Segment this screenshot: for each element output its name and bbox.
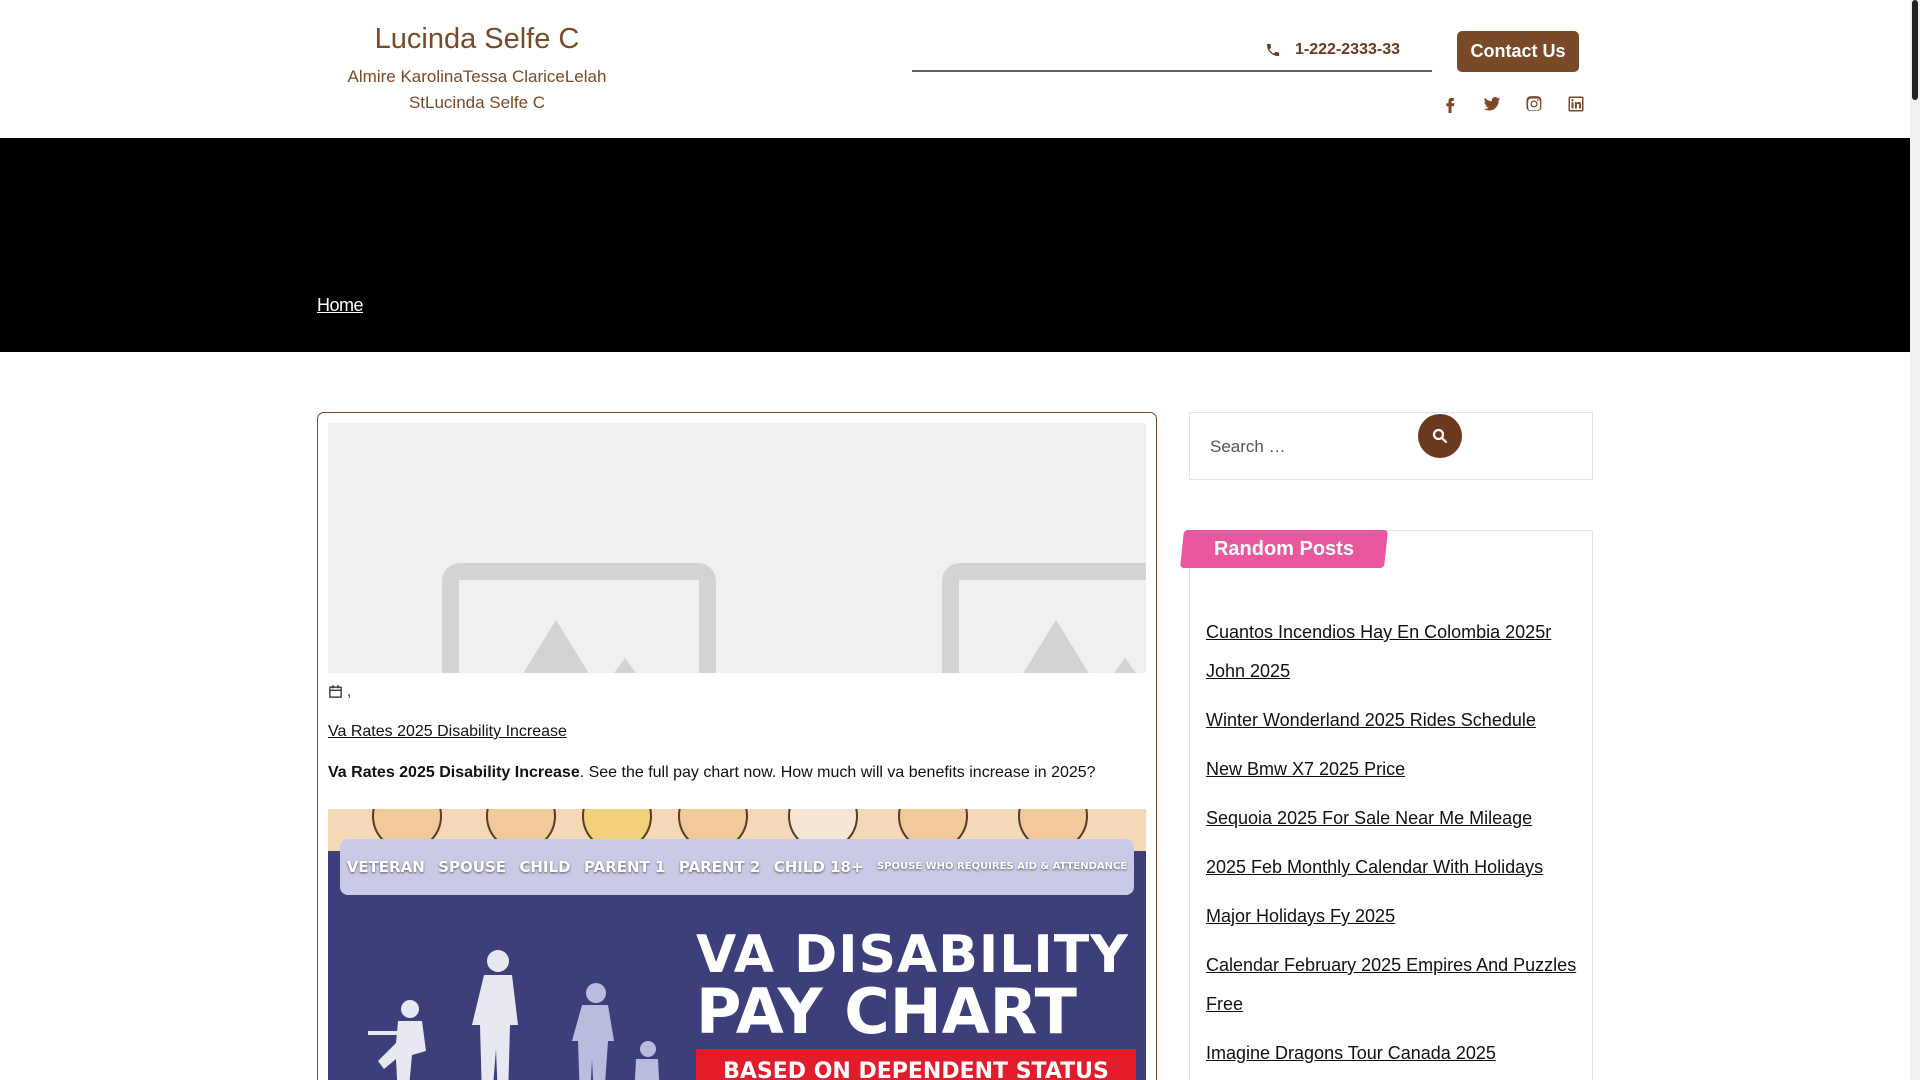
twitter-icon[interactable] [1482,92,1502,116]
random-posts-title: Random Posts [1180,530,1388,568]
site-title[interactable]: Lucinda Selfe C [330,20,624,58]
list-item: Sequoia 2025 For Sale Near Me Mileage [1206,799,1586,838]
scrollbar-thumb[interactable] [1912,0,1918,100]
phone-bar: 1-222-2333-33 [912,38,1432,72]
post-title-link[interactable]: Va Rates 2025 Disability Increase [328,723,567,741]
random-post-link[interactable]: Cuantos Incendios Hay En Colombia 2025r … [1206,622,1551,681]
image-headline-1: VA DISABILITY [696,925,1129,985]
phone-icon [1267,44,1280,56]
site-branding: Lucinda Selfe C Almire KarolinaTessa Cla… [330,20,624,116]
face-label: CHILD [519,858,571,876]
face-label: PARENT 1 [583,858,666,876]
face-label: SPOUSE [438,858,506,876]
list-item: Major Holidays Fy 2025 [1206,897,1586,936]
face-labels: VETERAN SPOUSE CHILD PARENT 1 PARENT 2 C… [340,839,1134,895]
instagram-icon[interactable] [1524,92,1544,116]
image-ribbon: BASED ON DEPENDENT STATUS [696,1049,1136,1080]
site-description: Almire KarolinaTessa ClariceLelah StLuci… [347,67,607,112]
page-banner: Home [0,138,1910,352]
random-post-link[interactable]: 2025 Feb Monthly Calendar With Holidays [1206,857,1543,877]
random-post-link[interactable]: Major Holidays Fy 2025 [1206,906,1395,926]
list-item: New Bmw X7 2025 Price [1206,750,1586,789]
random-post-link[interactable]: Calendar February 2025 Empires And Puzzl… [1206,955,1576,1014]
random-posts-list: Cuantos Incendios Hay En Colombia 2025r … [1206,613,1586,1080]
face-label: PARENT 2 [678,858,761,876]
breadcrumb-home-link[interactable]: Home [317,295,364,316]
search-input[interactable] [1210,433,1410,461]
post-meta-separator: , [347,683,352,700]
page-scrollbar[interactable] [1910,0,1920,1080]
linkedin-icon[interactable] [1566,92,1586,116]
list-item: 2025 Feb Monthly Calendar With Holidays [1206,848,1586,887]
face-label: CHILD 18+ [773,858,864,876]
search-button[interactable] [1418,414,1462,458]
face-label: SPOUSE WHO REQUIRES AID & ATTENDANCE [876,861,1128,872]
random-post-link[interactable]: Imagine Dragons Tour Canada 2025 [1206,1043,1496,1063]
random-post-link[interactable]: New Bmw X7 2025 Price [1206,759,1405,779]
image-placeholder-icon [442,563,716,673]
site-header: Lucinda Selfe C Almire KarolinaTessa Cla… [0,0,1910,138]
post-thumbnail-placeholder[interactable] [328,423,1146,673]
post-excerpt-text: . See the full pay chart now. How much w… [579,764,1096,781]
list-item: Calendar February 2025 Empires And Puzzl… [1206,946,1586,1024]
image-placeholder-icon [942,563,1146,673]
image-headline-2: PAY CHART [696,975,1077,1048]
facebook-icon[interactable] [1440,92,1460,116]
post-featured-image[interactable]: VETERAN SPOUSE CHILD PARENT 1 PARENT 2 C… [328,809,1146,1080]
phone-text: 1-222-2333-33 [1295,41,1400,58]
social-links [1440,92,1586,116]
list-item: Winter Wonderland 2025 Rides Schedule [1206,701,1586,740]
search-icon [1432,428,1448,444]
list-item: Cuantos Incendios Hay En Colombia 2025r … [1206,613,1586,691]
post-meta: , [328,683,351,700]
random-post-link[interactable]: Sequoia 2025 For Sale Near Me Mileage [1206,808,1532,828]
post-excerpt: Va Rates 2025 Disability Increase. See t… [328,764,1096,782]
random-posts-widget: Random Posts Cuantos Incendios Hay En Co… [1180,530,1593,1080]
list-item: Imagine Dragons Tour Canada 2025 [1206,1034,1586,1073]
post-card: , Va Rates 2025 Disability Increase Va R… [317,412,1157,1080]
random-post-link[interactable]: Winter Wonderland 2025 Rides Schedule [1206,710,1536,730]
search-widget [1189,412,1593,480]
face-label: VETERAN [346,858,425,876]
soldier-silhouettes [368,950,660,1080]
contact-us-button[interactable]: Contact Us [1457,31,1579,72]
post-excerpt-bold: Va Rates 2025 Disability Increase [328,764,580,781]
calendar-icon [329,685,342,698]
phone-number[interactable]: 1-222-2333-33 [1265,41,1400,59]
